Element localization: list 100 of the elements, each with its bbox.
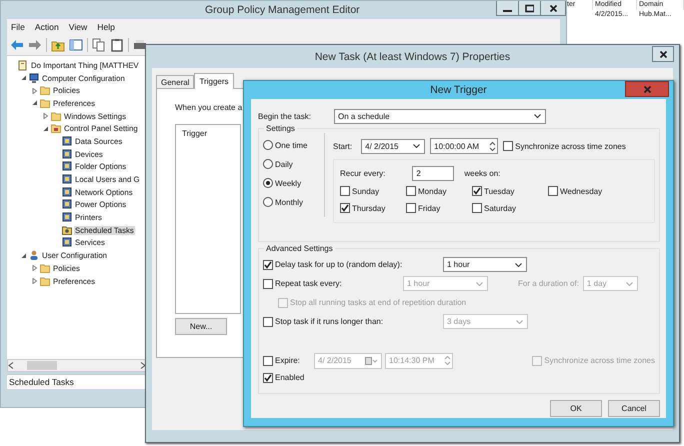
- scrollbar[interactable]: [7, 359, 147, 372]
- folder-icon: [40, 262, 50, 274]
- input-field[interactable]: 2: [412, 166, 454, 181]
- date-picker[interactable]: 4/ 2/2015: [361, 138, 426, 154]
- scroll-thumb[interactable]: [27, 361, 57, 370]
- folder-icon: [40, 276, 50, 287]
- caret-icon: [626, 282, 633, 286]
- close-button[interactable]: [652, 46, 674, 62]
- menu-item[interactable]: File: [11, 22, 25, 32]
- group-label: Settings: [265, 124, 296, 133]
- tab[interactable]: General: [156, 75, 194, 88]
- expand-icon[interactable]: [32, 278, 38, 284]
- folder-icon: [62, 224, 72, 236]
- checkbox[interactable]: [548, 186, 558, 196]
- checkbox-label: Friday: [418, 204, 440, 212]
- status-text: Scheduled Tasks: [9, 377, 74, 387]
- spin-icon: [444, 355, 451, 366]
- printer-icon[interactable]: [133, 38, 147, 52]
- radio-label: Weekly: [275, 178, 302, 188]
- radio-button[interactable]: [263, 197, 273, 207]
- checkbox[interactable]: [340, 203, 350, 213]
- settings-icon: [62, 174, 72, 186]
- checkbox-label: Expire:: [275, 356, 300, 365]
- checkbox-label: Tuesday: [484, 186, 514, 196]
- back-icon[interactable]: [10, 38, 24, 52]
- folder-icon: [51, 110, 61, 122]
- forward-icon[interactable]: [28, 38, 42, 52]
- folder-icon: [51, 123, 61, 134]
- collapse-icon[interactable]: [42, 126, 48, 132]
- settings-icon: [62, 136, 72, 147]
- expand-icon[interactable]: [42, 113, 48, 120]
- caret-icon: [534, 114, 541, 118]
- new-button[interactable]: New...: [175, 318, 227, 335]
- radio-label: Monthly: [275, 198, 304, 206]
- checkbox-label: Synchronize across time zones: [515, 142, 626, 150]
- checkbox[interactable]: [472, 186, 482, 196]
- field-label: Start:: [333, 142, 352, 150]
- checkbox[interactable]: [263, 260, 273, 270]
- window-title: Group Policy Management Editor: [205, 4, 360, 16]
- settings-icon: [62, 161, 72, 172]
- close-button[interactable]: [541, 1, 565, 15]
- checkbox[interactable]: [406, 186, 416, 196]
- settings-icon: [62, 237, 72, 248]
- radio-label: One time: [275, 140, 308, 150]
- expand-icon[interactable]: [32, 265, 38, 272]
- user-icon: [29, 250, 39, 262]
- field-label: For a duration of:: [518, 279, 579, 288]
- collapse-icon[interactable]: [32, 100, 38, 106]
- copy-icon[interactable]: [92, 38, 106, 52]
- radio-button[interactable]: [263, 178, 273, 188]
- dropdown[interactable]: 1 hour: [443, 257, 527, 272]
- menu-item[interactable]: Help: [97, 22, 115, 32]
- close-icon: [548, 4, 558, 12]
- checkbox-label: Repeat task every:: [275, 279, 342, 288]
- minimize-button[interactable]: [497, 1, 519, 15]
- checkbox-label: Wednesday: [560, 186, 602, 196]
- checkbox[interactable]: [263, 372, 273, 382]
- settings-icon: [62, 199, 72, 210]
- radio-button[interactable]: [263, 159, 273, 169]
- column-header[interactable]: Trigger: [182, 129, 208, 138]
- dialog-button[interactable]: OK: [550, 400, 602, 417]
- folder-icon: [40, 85, 50, 96]
- radio-label: Daily: [275, 160, 293, 168]
- field-label: weeks on:: [464, 169, 500, 178]
- clipboard-icon[interactable]: [110, 38, 124, 52]
- trigger-list[interactable]: Trigger: [175, 124, 241, 314]
- settings-icon: [62, 212, 72, 224]
- time-field[interactable]: 10:00:00 AM: [430, 138, 498, 154]
- pane-icon[interactable]: [69, 38, 83, 52]
- checkbox-label: Stop task if it runs longer than:: [275, 317, 384, 326]
- field-label: Begin the task:: [258, 112, 312, 120]
- checkbox-label: Thursday: [352, 204, 386, 212]
- caret-icon: [413, 144, 420, 148]
- tab[interactable]: Triggers: [194, 73, 234, 89]
- group-label: Advanced Settings: [265, 244, 334, 253]
- field-label: Recur every:: [340, 169, 386, 178]
- checkbox[interactable]: [406, 203, 416, 213]
- checkbox-label: Delay task for up to (random delay):: [275, 260, 402, 269]
- scroll-right-icon: [140, 362, 146, 369]
- policy-icon: [18, 60, 28, 71]
- checkbox[interactable]: [503, 141, 514, 151]
- checkbox[interactable]: [340, 186, 350, 196]
- menu-item[interactable]: View: [68, 22, 88, 32]
- caret-icon: [476, 282, 483, 286]
- settings-icon: [62, 186, 72, 198]
- checkbox-label: Saturday: [484, 204, 516, 212]
- checkbox-label: Sunday: [352, 186, 380, 196]
- dropdown[interactable]: On a schedule: [334, 108, 546, 124]
- menu-item[interactable]: Action: [34, 22, 59, 32]
- collapse-icon[interactable]: [20, 75, 26, 82]
- checkbox[interactable]: [472, 203, 482, 213]
- close-icon: [642, 84, 652, 94]
- folder-icon: [40, 98, 50, 109]
- collapse-icon[interactable]: [20, 252, 26, 259]
- dialog-button[interactable]: Cancel: [608, 400, 660, 417]
- expand-icon[interactable]: [32, 88, 38, 94]
- minimize-icon: [503, 10, 512, 12]
- maximize-button[interactable]: [519, 1, 541, 15]
- radio-button[interactable]: [263, 140, 273, 150]
- calendar-icon: [365, 356, 377, 364]
